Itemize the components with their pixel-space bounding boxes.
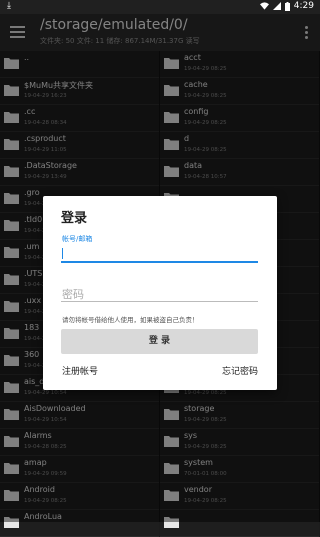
forgot-password-link[interactable]: 忘记密码 [222,364,258,377]
password-placeholder: 密码 [62,288,84,301]
dialog-title: 登录 [61,211,88,226]
signal-icon [272,2,281,10]
account-label: 帐号/邮箱 [62,235,93,243]
download-icon: ⤓ [7,1,11,11]
account-input[interactable] [61,245,258,263]
status-bar: ⤓ 4:29 [0,0,320,14]
login-button[interactable]: 登 录 [61,329,258,354]
clock: 4:29 [293,1,314,11]
warning-text: 请勿将帐号借给他人使用，如果被盗自己负责！ [62,316,199,324]
wifi-icon [259,2,269,10]
login-dialog: 登录 帐号/邮箱 密码 请勿将帐号借给他人使用，如果被盗自己负责！ 登 录 注册… [43,196,277,390]
battery-icon [284,1,290,11]
text-caret [62,248,63,259]
password-input[interactable] [61,283,258,302]
register-link[interactable]: 注册帐号 [62,364,98,377]
